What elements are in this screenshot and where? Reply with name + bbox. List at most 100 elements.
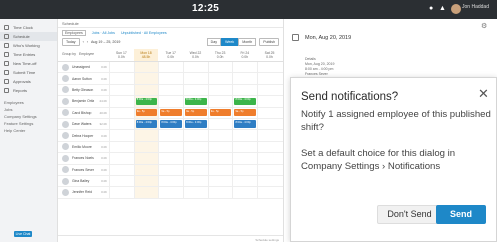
employee-cell[interactable]: Debra Hooper 0.0h — [58, 132, 109, 140]
schedule-cell[interactable] — [158, 153, 183, 164]
schedule-cell[interactable] — [207, 118, 233, 130]
sidebar-item[interactable]: Reports — [0, 86, 57, 95]
schedule-cell[interactable] — [109, 96, 134, 107]
view-day[interactable]: Day — [206, 38, 222, 46]
schedule-cell[interactable]: 9a - 5p — [207, 107, 233, 118]
day-column-header[interactable]: Wed 22 0.0h — [183, 49, 208, 61]
employee-cell[interactable]: Jennifer Reid 0.0h — [58, 188, 109, 196]
schedule-cell[interactable]: 9a - 5p — [133, 107, 159, 118]
schedule-cell[interactable] — [133, 164, 159, 175]
shift-block[interactable]: 9a - 5p — [234, 109, 257, 117]
day-column-header[interactable]: Sun 17 0.0h — [109, 49, 134, 61]
schedule-cell[interactable] — [109, 107, 134, 118]
shift-block[interactable]: 8:00a - 4:00p — [185, 120, 207, 128]
schedule-cell[interactable] — [109, 62, 134, 73]
schedule-cell[interactable] — [133, 62, 159, 73]
employee-cell[interactable]: Aaron Sutton 0.0h — [58, 75, 109, 83]
sidebar-item[interactable]: Time Clock — [0, 23, 57, 32]
schedule-cell[interactable] — [158, 96, 183, 107]
schedule-cell[interactable] — [232, 62, 257, 73]
close-icon[interactable]: ✕ — [478, 87, 489, 100]
sidebar-item[interactable]: Time Entries — [0, 50, 57, 59]
jobs-filter[interactable]: Jobs · All Jobs — [92, 31, 115, 35]
schedule-cell[interactable] — [257, 107, 282, 118]
footer[interactable]: Schedule settings — [58, 235, 283, 242]
schedule-cell[interactable] — [183, 84, 208, 96]
schedule-cell[interactable] — [257, 84, 282, 96]
shift-block[interactable]: 8:00a - 4:00p — [234, 97, 257, 106]
shift-block[interactable]: 8:00a - 4:00p — [234, 120, 257, 128]
schedule-cell[interactable] — [158, 84, 183, 96]
schedule-cell[interactable] — [232, 153, 257, 164]
shift-block[interactable]: 9a - 5p — [209, 109, 232, 117]
employee-cell[interactable]: Benjamin Ortiz 24.0h — [58, 97, 109, 105]
schedule-cell[interactable] — [183, 130, 208, 141]
schedule-cell[interactable] — [257, 164, 282, 175]
shift-block[interactable]: 9a - 5p — [185, 109, 207, 117]
schedule-cell[interactable] — [257, 130, 282, 141]
schedule-cell[interactable]: 9a - 5p — [232, 107, 257, 118]
notification-icon[interactable]: ● — [429, 5, 437, 13]
sidebar-section[interactable]: Feature Settings — [0, 120, 57, 127]
schedule-cell[interactable]: 9a - 5p — [183, 107, 208, 118]
schedule-cell[interactable] — [207, 96, 233, 107]
sidebar-section[interactable]: Jobs — [0, 106, 57, 113]
day-column-header[interactable]: Thu 23 0.0h — [208, 49, 233, 61]
group-by[interactable]: Group by Employee — [58, 49, 109, 61]
schedule-cell[interactable] — [133, 84, 159, 96]
schedule-cell[interactable] — [133, 73, 159, 84]
gear-icon[interactable]: ⚙ — [481, 22, 487, 30]
schedule-cell[interactable]: 8:00a - 4:00p — [183, 118, 208, 130]
schedule-cell[interactable] — [232, 164, 257, 175]
schedule-cell[interactable] — [133, 130, 159, 141]
shift-block[interactable]: 9a - 5p — [160, 109, 183, 117]
schedule-cell[interactable] — [109, 153, 134, 164]
schedule-cell[interactable] — [257, 175, 282, 187]
sidebar-item[interactable]: Who's Working — [0, 41, 57, 50]
employee-cell[interactable]: Frances Noels 0.0h — [58, 154, 109, 162]
employees-filter[interactable]: Unpublished · All Employees — [121, 31, 167, 35]
schedule-cell[interactable] — [257, 187, 282, 198]
schedule-cell[interactable] — [183, 164, 208, 175]
schedule-cell[interactable] — [158, 130, 183, 141]
send-button[interactable]: Send — [436, 205, 486, 224]
schedule-cell[interactable] — [183, 175, 208, 187]
bell-icon[interactable]: ▲ — [439, 5, 447, 13]
shift-block[interactable]: 8:00a - 4:00p — [135, 120, 158, 128]
today-button[interactable]: Today — [62, 38, 80, 46]
schedule-cell[interactable]: 8:00a - 4:00p — [232, 118, 257, 130]
sidebar-item[interactable]: Schedule — [0, 32, 57, 41]
day-column-header[interactable]: Fri 24 0.0h — [232, 49, 257, 61]
sidebar-section[interactable]: Company Settings — [0, 113, 57, 120]
schedule-cell[interactable] — [183, 62, 208, 73]
schedule-cell[interactable] — [257, 96, 282, 107]
schedule-cell[interactable]: 9a - 5p — [158, 107, 183, 118]
schedule-cell[interactable] — [158, 175, 183, 187]
employee-cell[interactable]: Gina Bailey 0.0h — [58, 177, 109, 185]
schedule-cell[interactable] — [232, 130, 257, 141]
employee-cell[interactable]: Carol Bishop 40.0h — [58, 109, 109, 117]
avatar[interactable] — [451, 4, 461, 14]
sidebar-item[interactable]: New Time-off — [0, 59, 57, 68]
employee-cell[interactable]: Unassigned 0.0h — [58, 63, 109, 71]
schedule-cell[interactable] — [133, 175, 159, 187]
schedule-cell[interactable] — [109, 130, 134, 141]
employee-cell[interactable]: Betty Gleason 0.0h — [58, 86, 109, 94]
schedule-cell[interactable]: 8:00a - 4:00p — [158, 118, 183, 130]
schedule-cell[interactable] — [133, 141, 159, 153]
day-column-header[interactable]: Tue 17 0.0h — [158, 49, 183, 61]
schedule-cell[interactable] — [183, 153, 208, 164]
schedule-cell[interactable] — [183, 73, 208, 84]
filter-select[interactable]: Employees — [62, 29, 86, 36]
schedule-cell[interactable] — [232, 84, 257, 96]
chevron-right-icon[interactable]: › — [87, 40, 88, 44]
employee-cell[interactable]: Dave Waters 32.0h — [58, 120, 109, 128]
schedule-cell[interactable] — [257, 62, 282, 73]
schedule-cell[interactable] — [232, 73, 257, 84]
schedule-cell[interactable] — [158, 62, 183, 73]
schedule-cell[interactable] — [109, 141, 134, 153]
live-chat-button[interactable]: Live Chat — [14, 231, 32, 237]
schedule-cell[interactable] — [109, 187, 134, 198]
schedule-cell[interactable] — [207, 141, 233, 153]
schedule-cell[interactable] — [158, 141, 183, 153]
